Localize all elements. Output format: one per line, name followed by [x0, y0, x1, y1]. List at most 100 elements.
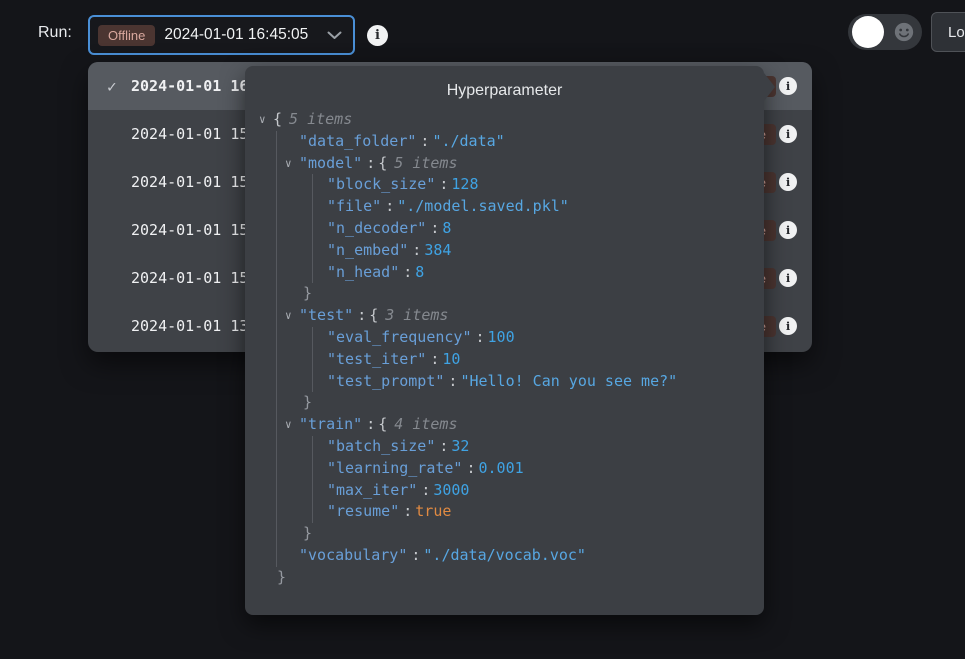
json-open-brace: { — [378, 415, 394, 433]
json-key: "max_iter" — [327, 481, 417, 499]
run-select[interactable]: Offline 2024-01-01 16:45:05 — [88, 15, 355, 55]
json-line: "test_prompt":"Hello! Can you see me?" — [327, 371, 764, 393]
json-key: "block_size" — [327, 175, 435, 193]
json-colon: : — [399, 263, 415, 281]
json-line: "file":"./model.saved.pkl" — [327, 196, 764, 218]
theme-toggle[interactable] — [848, 14, 922, 50]
json-key: "test" — [299, 306, 353, 324]
json-value: "Hello! Can you see me?" — [460, 372, 677, 390]
json-value: 0.001 — [479, 459, 524, 477]
json-children-group: "batch_size":32"learning_rate":0.001"max… — [312, 436, 764, 523]
checkmark-icon: ✓ — [107, 77, 131, 96]
json-value: "./model.saved.pkl" — [397, 197, 569, 215]
offline-badge: Offline — [98, 25, 155, 46]
json-line: "test_iter":10 — [327, 349, 764, 371]
json-item-count: 5 items — [289, 110, 352, 128]
json-line: ∨"model":{5 items — [285, 153, 764, 175]
log-button-label: Log — [948, 24, 965, 41]
json-line: ∨"train":{4 items — [285, 414, 764, 436]
run-info-icon[interactable]: i — [367, 25, 388, 46]
json-line: "eval_frequency":100 — [327, 327, 764, 349]
json-key: "train" — [299, 415, 362, 433]
json-line: "resume":true — [327, 501, 764, 523]
json-line: "learning_rate":0.001 — [327, 458, 764, 480]
log-button[interactable]: Log — [931, 12, 965, 52]
popup-arrow — [764, 73, 775, 101]
json-colon: : — [426, 219, 442, 237]
caret-down-icon: ∨ — [285, 305, 299, 327]
json-colon: : — [417, 481, 433, 499]
json-value: 8 — [442, 219, 451, 237]
json-colon: : — [408, 241, 424, 259]
info-icon[interactable]: i — [779, 221, 797, 239]
run-timestamp: 2024-01-01 15 — [131, 125, 248, 143]
caret-down-icon: ∨ — [259, 109, 273, 131]
hyperparameter-popup: Hyperparameter ∨{5 items"data_folder":".… — [245, 66, 764, 615]
json-colon: : — [407, 546, 423, 564]
json-line: } — [259, 567, 764, 589]
json-value: 10 — [442, 350, 460, 368]
json-key: "n_embed" — [327, 241, 408, 259]
run-timestamp: 2024-01-01 15 — [131, 173, 248, 191]
selected-run-value: 2024-01-01 16:45:05 — [164, 26, 308, 44]
json-children-group: "data_folder":"./data"∨"model":{5 items"… — [276, 131, 764, 567]
json-value: "./data/vocab.voc" — [423, 546, 586, 564]
info-icon[interactable]: i — [779, 125, 797, 143]
json-value: 100 — [488, 328, 515, 346]
json-value: "./data" — [432, 132, 504, 150]
json-colon: : — [426, 350, 442, 368]
json-line: ∨"test":{3 items — [285, 305, 764, 327]
json-key: "batch_size" — [327, 437, 435, 455]
app-background: { "colors": { "accent": "#4a8fd6", "badg… — [0, 0, 965, 659]
json-children-group: "eval_frequency":100"test_iter":10"test_… — [312, 327, 764, 392]
smiley-icon — [893, 21, 915, 43]
json-value: true — [415, 502, 451, 520]
run-timestamp: 2024-01-01 13 — [131, 317, 248, 335]
json-colon: : — [472, 328, 488, 346]
json-colon: : — [435, 175, 451, 193]
json-line: } — [285, 523, 764, 545]
json-key: "model" — [299, 154, 362, 172]
info-icon[interactable]: i — [779, 173, 797, 191]
json-key: "n_decoder" — [327, 219, 426, 237]
json-colon: : — [381, 197, 397, 215]
json-open-brace: { — [273, 110, 289, 128]
json-colon: : — [399, 502, 415, 520]
json-colon: : — [462, 459, 478, 477]
json-key: "eval_frequency" — [327, 328, 472, 346]
run-timestamp: 2024-01-01 15 — [131, 221, 248, 239]
json-line: "data_folder":"./data" — [285, 131, 764, 153]
json-colon: : — [444, 372, 460, 390]
json-key: "vocabulary" — [299, 546, 407, 564]
caret-down-icon: ∨ — [285, 153, 299, 175]
json-key: "data_folder" — [299, 132, 416, 150]
json-value: 128 — [451, 175, 478, 193]
json-value: 384 — [424, 241, 451, 259]
json-key: "learning_rate" — [327, 459, 462, 477]
popup-title: Hyperparameter — [245, 66, 764, 100]
info-icon[interactable]: i — [779, 317, 797, 335]
json-key: "test_iter" — [327, 350, 426, 368]
json-item-count: 3 items — [385, 306, 448, 324]
json-line: "batch_size":32 — [327, 436, 764, 458]
json-key: "file" — [327, 197, 381, 215]
json-line: ∨{5 items — [259, 109, 764, 131]
json-colon: : — [362, 154, 378, 172]
json-tree: ∨{5 items"data_folder":"./data"∨"model":… — [245, 109, 764, 589]
json-line: "n_head":8 — [327, 262, 764, 284]
run-timestamp: 2024-01-01 15 — [131, 269, 248, 287]
json-line: } — [285, 392, 764, 414]
json-item-count: 5 items — [394, 154, 457, 172]
json-colon: : — [416, 132, 432, 150]
chevron-down-icon — [327, 31, 342, 40]
info-icon[interactable]: i — [779, 269, 797, 287]
caret-down-icon: ∨ — [285, 414, 299, 436]
json-value: 8 — [415, 263, 424, 281]
json-key: "n_head" — [327, 263, 399, 281]
json-colon: : — [362, 415, 378, 433]
json-item-count: 4 items — [394, 415, 457, 433]
json-colon: : — [353, 306, 369, 324]
info-icon[interactable]: i — [779, 77, 797, 95]
json-open-brace: { — [378, 154, 394, 172]
run-label: Run: — [38, 24, 72, 42]
